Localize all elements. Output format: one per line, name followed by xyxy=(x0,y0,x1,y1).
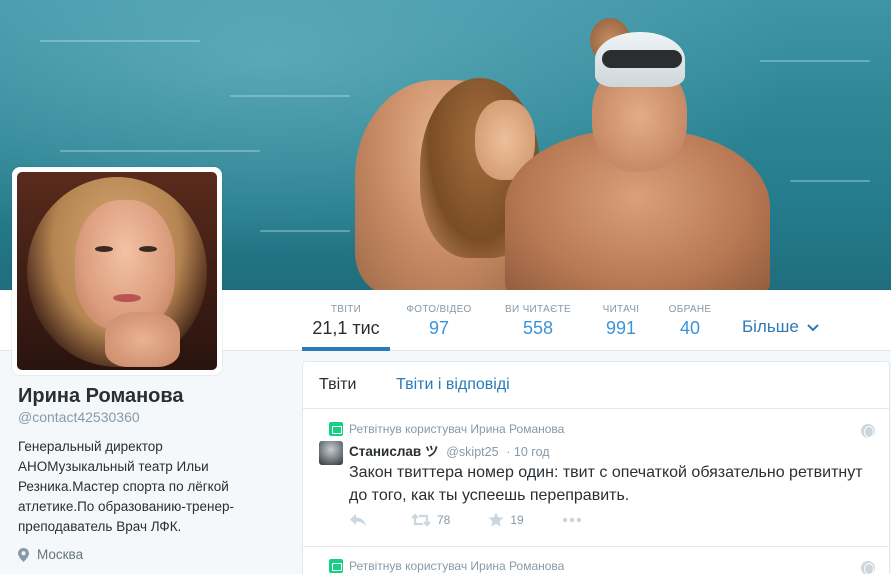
profile-handle[interactable]: @contact42530360 xyxy=(18,409,288,425)
stat-following[interactable]: ВИ ЧИТАЄТЕ 558 xyxy=(498,290,578,351)
author-name[interactable]: Станислав ツ xyxy=(349,444,438,459)
profile-name[interactable]: Ирина Романова xyxy=(18,385,288,407)
tweet[interactable]: Ретвітнув користувач Ирина Романова xyxy=(303,548,889,574)
profile-location: Москва xyxy=(18,547,288,562)
stat-label: ТВІТИ xyxy=(330,304,362,315)
stat-followers[interactable]: ЧИТАЧІ 991 xyxy=(593,290,649,351)
retweet-icon xyxy=(329,422,343,436)
location-text: Москва xyxy=(37,547,84,562)
water-ripple xyxy=(230,95,350,97)
tab-tweets[interactable]: Твіти xyxy=(319,376,356,394)
retweet-count: 78 xyxy=(437,512,451,527)
retweet-context-text[interactable]: Ретвітнув користувач Ирина Романова xyxy=(349,559,564,573)
more-dots-icon xyxy=(562,517,581,522)
more-actions-button[interactable] xyxy=(562,517,588,523)
tweet-text: Закон твиттера номер один: твит с опечат… xyxy=(349,464,863,504)
tweet[interactable]: Ретвітнув користувач Ирина Романова Стан… xyxy=(303,410,889,547)
stat-favorites[interactable]: ОБРАНЕ 40 xyxy=(664,290,716,351)
retweet-context-text[interactable]: Ретвітнув користувач Ирина Романова xyxy=(349,422,564,436)
chevron-down-icon xyxy=(806,320,819,335)
more-label: Більше xyxy=(742,317,799,336)
stat-label: ЧИТАЧІ xyxy=(602,304,640,315)
more-menu-button[interactable]: Більше xyxy=(742,317,819,337)
profile-avatar[interactable] xyxy=(12,167,222,375)
author-handle[interactable]: @skipt25 xyxy=(446,445,498,459)
avatar-eye xyxy=(95,246,113,252)
water-ripple xyxy=(60,150,260,152)
globe-icon[interactable] xyxy=(861,424,875,438)
retweet-action-icon xyxy=(411,512,431,527)
avatar[interactable] xyxy=(319,441,343,465)
tweet-timestamp[interactable]: · 10 год xyxy=(506,445,549,459)
tab-tweets-and-replies[interactable]: Твіти і відповіді xyxy=(396,376,510,394)
reply-button[interactable] xyxy=(349,513,373,527)
retweet-context: Ретвітнув користувач Ирина Романова xyxy=(329,559,564,573)
profile-card: Ирина Романова @contact42530360 Генераль… xyxy=(18,385,288,562)
stat-tweets[interactable]: ТВІТИ 21,1 тис xyxy=(302,290,390,351)
stat-label: ФОТО/ВІДЕО xyxy=(406,304,472,315)
reply-icon xyxy=(350,513,366,526)
water-ripple xyxy=(760,60,870,62)
stat-label: ВИ ЧИТАЄТЕ xyxy=(505,304,571,315)
stat-photos-videos[interactable]: ФОТО/ВІДЕО 97 xyxy=(398,290,480,351)
favorite-count: 19 xyxy=(510,512,524,527)
globe-icon[interactable] xyxy=(861,561,875,574)
retweet-context: Ретвітнув користувач Ирина Романова xyxy=(329,422,564,436)
favorite-button[interactable]: 19 xyxy=(488,512,524,527)
stat-value: 97 xyxy=(428,318,450,338)
avatar-image xyxy=(17,172,217,370)
timeline: Твіти Твіти і відповіді Ретвітнув корист… xyxy=(302,361,890,574)
timeline-tabs: Твіти Твіти і відповіді xyxy=(303,362,889,409)
star-icon xyxy=(488,512,504,527)
retweet-icon xyxy=(329,559,343,573)
stat-value: 40 xyxy=(679,318,701,338)
man-sunglasses xyxy=(602,50,682,68)
avatar-eye xyxy=(139,246,157,252)
tweet-header: Станислав ツ @skipt25 · 10 год xyxy=(349,440,550,460)
water-ripple xyxy=(790,180,870,182)
avatar-face xyxy=(75,200,175,330)
stat-label: ОБРАНЕ xyxy=(668,304,712,315)
profile-bio: Генеральный директор АНОМузыкальный теат… xyxy=(18,439,234,534)
stat-value: 558 xyxy=(522,318,554,338)
avatar-lips xyxy=(113,294,141,302)
stat-value: 991 xyxy=(605,318,637,338)
location-pin-icon xyxy=(18,547,29,562)
tweet-actions: 78 19 xyxy=(349,512,626,527)
stat-value: 21,1 тис xyxy=(312,318,380,338)
water-ripple xyxy=(260,230,350,232)
retweet-button[interactable]: 78 xyxy=(411,513,450,527)
avatar-hand xyxy=(105,312,180,367)
water-ripple xyxy=(40,40,200,42)
